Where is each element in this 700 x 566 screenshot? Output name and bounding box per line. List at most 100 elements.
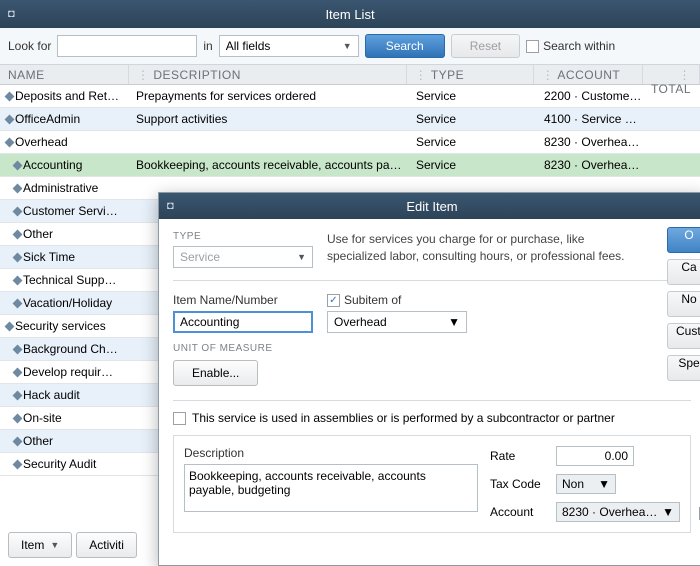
chevron-down-icon: ▼	[297, 252, 306, 262]
chevron-down-icon: ▼	[598, 477, 610, 491]
look-for-label: Look for	[8, 39, 51, 53]
rate-label: Rate	[490, 449, 548, 463]
subcontractor-row: This service is used in assemblies or is…	[173, 400, 691, 425]
row-name: On-site	[23, 411, 62, 425]
search-within-checkbox[interactable]: Search within	[526, 39, 615, 53]
taxcode-dropdown[interactable]: Non ▼	[556, 474, 616, 494]
row-account: 8230 · Overhead …	[538, 135, 648, 149]
diamond-icon	[13, 459, 23, 469]
chevron-down-icon: ▼	[50, 540, 59, 550]
in-fields-value: All fields	[226, 39, 271, 53]
item-name-label: Item Name/Number	[173, 293, 313, 307]
type-label: TYPE	[173, 231, 313, 242]
diamond-icon	[5, 114, 15, 124]
expand-icon[interactable]: ◘	[8, 8, 15, 20]
edit-item-window: ◘ Edit Item TYPE Service ▼ Use for servi…	[158, 192, 700, 566]
col-type: ⋮ TYPE	[407, 65, 534, 84]
reset-button[interactable]: Reset	[451, 34, 520, 58]
row-name: Sick Time	[23, 250, 75, 264]
diamond-icon	[13, 229, 23, 239]
subcontractor-checkbox[interactable]	[173, 412, 186, 425]
item-menu-button[interactable]: Item ▼	[8, 532, 72, 558]
cancel-button[interactable]: Ca	[667, 259, 700, 285]
row-account: 8230 · Overhead …	[538, 158, 648, 172]
taxcode-label: Tax Code	[490, 477, 548, 491]
diamond-icon	[13, 344, 23, 354]
in-label: in	[203, 39, 212, 53]
col-account: ⋮ ACCOUNT	[534, 65, 643, 84]
account-label: Account	[490, 505, 548, 519]
subitem-label: Subitem of	[344, 293, 401, 307]
in-fields-dropdown[interactable]: All fields ▼	[219, 35, 359, 57]
uom-label: UNIT OF MEASURE	[173, 343, 691, 354]
item-name-fields: Item Name/Number ✓ Subitem of Overhead ▼	[173, 293, 691, 333]
diamond-icon	[13, 367, 23, 377]
diamond-icon	[13, 183, 23, 193]
row-name: Develop requir…	[23, 365, 113, 379]
chevron-down-icon: ▼	[662, 505, 674, 519]
edit-item-right-buttons: O Ca No Custo Spe	[667, 227, 700, 381]
row-type: Service	[410, 158, 538, 172]
account-dropdown[interactable]: 8230 · Overhea… ▼	[556, 502, 680, 522]
table-row[interactable]: OfficeAdminSupport activitiesService4100…	[0, 108, 700, 131]
spelling-button[interactable]: Spe	[667, 355, 700, 381]
rate-input[interactable]	[556, 446, 634, 466]
row-name: Deposits and Ret…	[15, 89, 119, 103]
uom-block: UNIT OF MEASURE Enable...	[173, 343, 691, 386]
subitem-dropdown[interactable]: Overhead ▼	[327, 311, 467, 333]
diamond-icon	[13, 390, 23, 400]
custom-fields-button[interactable]: Custo	[667, 323, 700, 349]
row-name: Overhead	[15, 135, 68, 149]
type-description: Use for services you charge for or purch…	[327, 231, 691, 268]
col-total: ⋮ TOTAL	[643, 65, 700, 84]
description-label: Description	[184, 446, 478, 460]
diamond-icon	[5, 321, 15, 331]
ok-button[interactable]: O	[667, 227, 700, 253]
row-name: Security Audit	[23, 457, 96, 471]
row-name: Accounting	[23, 158, 82, 172]
diamond-icon	[5, 137, 15, 147]
row-account: 2200 · Customer…	[538, 89, 648, 103]
description-textarea[interactable]	[184, 464, 478, 512]
row-name: Technical Supp…	[23, 273, 116, 287]
table-row[interactable]: Overhead Service8230 · Overhead …	[0, 131, 700, 154]
row-name: Administrative	[23, 181, 98, 195]
diamond-icon	[13, 413, 23, 423]
table-row[interactable]: Deposits and Ret…Prepayments for service…	[0, 85, 700, 108]
row-name: OfficeAdmin	[15, 112, 80, 126]
checkbox-box	[173, 412, 186, 425]
subcontractor-label: This service is used in assemblies or is…	[192, 411, 615, 425]
search-bar: Look for in All fields ▼ Search Reset Se…	[0, 28, 700, 65]
table-row[interactable]: Accounting Bookkeeping, accounts receivab…	[0, 154, 700, 177]
row-name: Customer Servi…	[23, 204, 118, 218]
item-list-title: Item List	[325, 7, 374, 22]
diamond-icon	[13, 275, 23, 285]
col-name: NAME	[0, 65, 129, 84]
enable-button[interactable]: Enable...	[173, 360, 258, 386]
search-within-label: Search within	[543, 39, 615, 53]
edit-item-titlebar[interactable]: ◘ Edit Item	[159, 193, 700, 219]
item-name-input[interactable]	[173, 311, 313, 333]
column-headers: NAME ⋮ DESCRIPTION ⋮ TYPE ⋮ ACCOUNT ⋮ TO…	[0, 65, 700, 85]
col-description: ⋮ DESCRIPTION	[129, 65, 407, 84]
row-name: Other	[23, 227, 53, 241]
diamond-icon	[13, 206, 23, 216]
diamond-icon	[13, 298, 23, 308]
type-dropdown[interactable]: Service ▼	[173, 246, 313, 268]
search-button[interactable]: Search	[365, 34, 445, 58]
subitem-checkbox[interactable]: ✓ Subitem of	[327, 293, 467, 307]
edit-item-title: Edit Item	[406, 199, 457, 214]
expand-icon[interactable]: ◘	[167, 200, 174, 212]
look-for-input[interactable]	[57, 35, 197, 57]
item-list-titlebar[interactable]: ◘ Item List	[0, 0, 700, 28]
notes-button[interactable]: No	[667, 291, 700, 317]
row-description: Bookkeeping, accounts receivable, accoun…	[130, 158, 410, 172]
type-block: TYPE Service ▼ Use for services you char…	[173, 231, 691, 281]
description-block: Description Rate Tax Code Non ▼ Account	[173, 435, 691, 533]
chevron-down-icon: ▼	[343, 41, 352, 51]
checkbox-box	[526, 40, 539, 53]
row-name: Other	[23, 434, 53, 448]
checkbox-box: ✓	[327, 294, 340, 307]
activities-menu-button[interactable]: Activiti	[76, 532, 137, 558]
row-type: Service	[410, 135, 538, 149]
